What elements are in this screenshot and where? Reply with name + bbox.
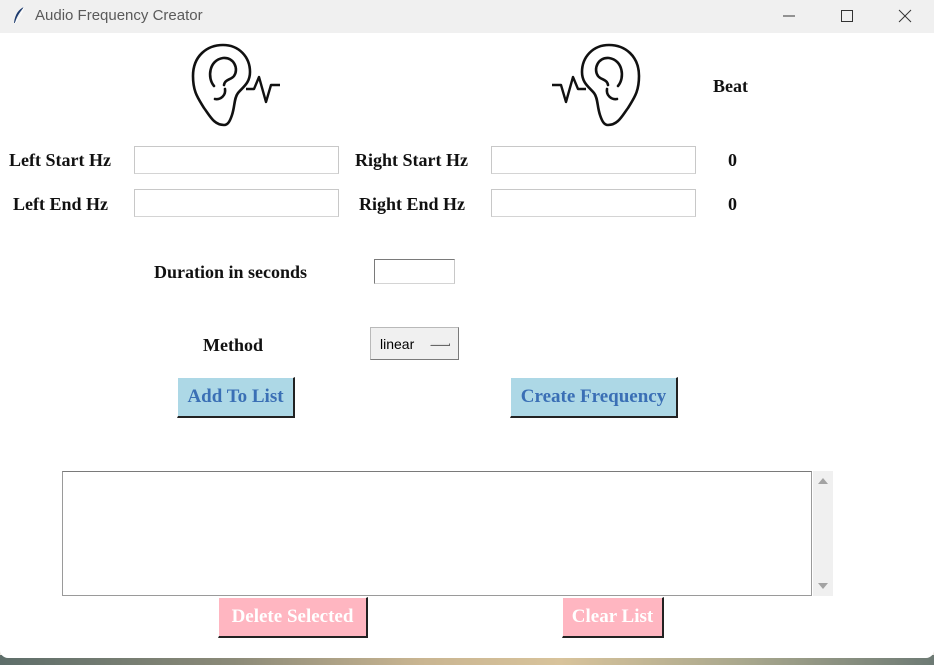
frequency-listbox[interactable] xyxy=(62,471,812,596)
app-window: Audio Frequency Creator Beat Left Start … xyxy=(0,0,934,658)
right-end-label: Right End Hz xyxy=(359,194,466,214)
delete-selected-button[interactable]: Delete Selected xyxy=(218,597,368,638)
title-bar[interactable]: Audio Frequency Creator xyxy=(0,0,934,33)
maximize-icon xyxy=(841,10,853,22)
scroll-down-arrow-icon[interactable] xyxy=(813,576,833,596)
clear-list-button[interactable]: Clear List xyxy=(562,597,664,638)
listbox-scrollbar[interactable] xyxy=(813,471,833,596)
method-selected-value: linear xyxy=(380,336,415,352)
add-to-list-button[interactable]: Add To List xyxy=(177,377,295,418)
create-frequency-button[interactable]: Create Frequency xyxy=(510,377,678,418)
beat-end-value: 0 xyxy=(728,194,737,214)
close-icon xyxy=(898,9,912,23)
maximize-button[interactable] xyxy=(824,0,870,33)
close-button[interactable] xyxy=(882,0,928,33)
left-end-label: Left End Hz xyxy=(13,194,109,214)
method-dropdown[interactable]: linear xyxy=(370,327,459,360)
ear-left-soundwave-icon xyxy=(191,43,280,127)
beat-label: Beat xyxy=(713,76,748,96)
minimize-icon xyxy=(783,15,795,17)
minimize-button[interactable] xyxy=(766,0,812,33)
ear-right-soundwave-icon xyxy=(552,43,641,127)
duration-label: Duration in seconds xyxy=(154,262,308,282)
beat-start-value: 0 xyxy=(728,150,737,170)
left-start-label: Left Start Hz xyxy=(9,150,111,170)
left-start-input[interactable] xyxy=(134,146,339,174)
right-start-input[interactable] xyxy=(491,146,696,174)
right-start-label: Right Start Hz xyxy=(355,150,468,170)
dropdown-indicator-icon xyxy=(430,343,450,346)
feather-icon xyxy=(14,6,25,24)
method-label: Method xyxy=(203,335,263,355)
scroll-up-arrow-icon[interactable] xyxy=(813,471,833,491)
duration-input[interactable] xyxy=(374,259,455,284)
right-end-input[interactable] xyxy=(491,189,696,217)
left-end-input[interactable] xyxy=(134,189,339,217)
window-title: Audio Frequency Creator xyxy=(35,7,203,24)
